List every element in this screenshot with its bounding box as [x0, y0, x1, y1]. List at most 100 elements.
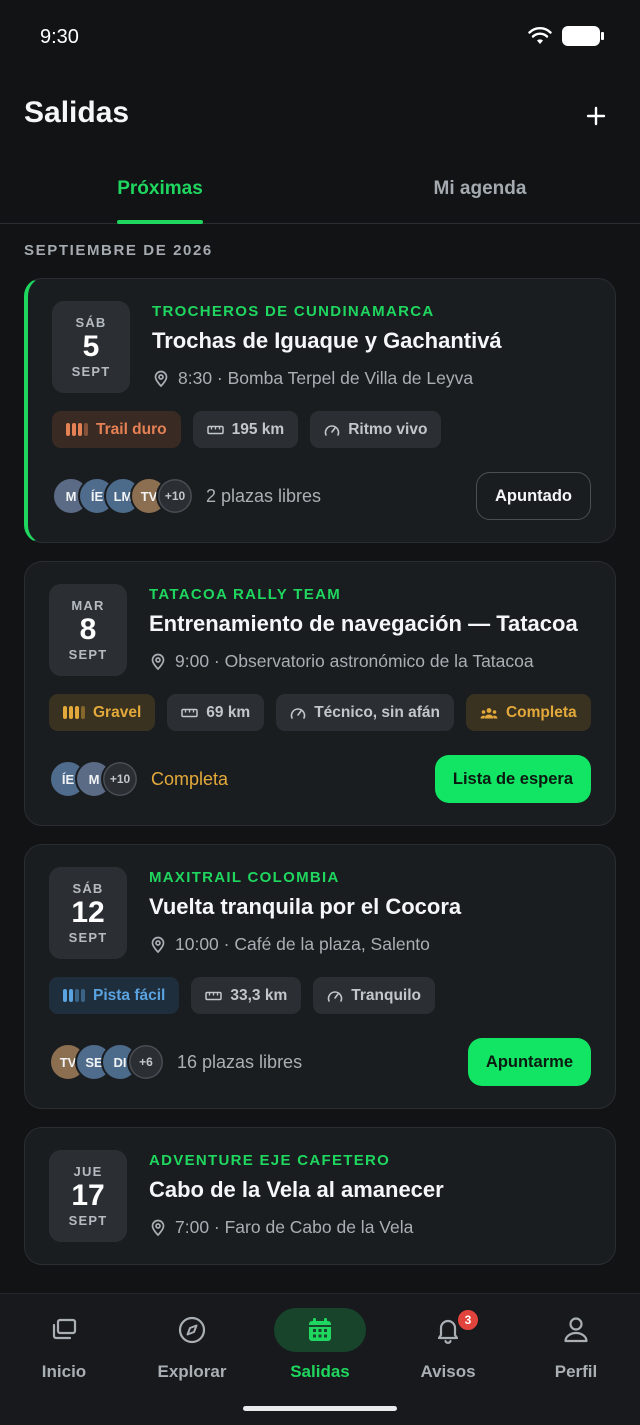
difficulty-bars-icon: [63, 989, 85, 1002]
group-icon: [480, 707, 498, 718]
date-month: SEPT: [71, 364, 111, 379]
battery-icon: [562, 26, 604, 46]
ride-time-place: 7:00 · Faro de Cabo de la Vela: [175, 1217, 414, 1237]
participants[interactable]: TV SE DI +6 16 plazas libres: [49, 1043, 302, 1081]
ride-title: Cabo de la Vela al amanecer: [149, 1177, 444, 1202]
difficulty-label: Gravel: [93, 703, 142, 721]
date-box: SÁB 12 SEPT: [49, 867, 127, 959]
tab-mi-agenda[interactable]: Mi agenda: [320, 160, 640, 223]
more-participants: +10: [156, 477, 194, 515]
date-month: SEPT: [68, 1213, 108, 1228]
date-weekday: SÁB: [72, 881, 104, 896]
nav-label: Avisos: [420, 1362, 476, 1381]
ruler-icon: [205, 991, 223, 1000]
pace-label: Tranquilo: [351, 986, 422, 1004]
section-month-label: SEPTIEMBRE DE 2026: [24, 242, 213, 259]
difficulty-chip: Gravel: [49, 694, 156, 731]
gauge-icon: [324, 424, 340, 436]
compass-icon: [178, 1316, 206, 1344]
nav-label: Perfil: [554, 1362, 598, 1381]
gauge-icon: [290, 707, 306, 719]
status-bar: 9:30: [0, 0, 640, 76]
difficulty-bars-icon: [66, 423, 88, 436]
ride-meta: 9:00 · Observatorio astronómico de la Ta…: [149, 651, 591, 672]
spots-left: Completa: [151, 768, 229, 789]
page-title: Salidas: [24, 96, 130, 129]
date-box: JUE 17 SEPT: [49, 1150, 127, 1242]
date-weekday: SÁB: [75, 315, 107, 330]
ride-meta: 8:30 · Bomba Terpel de Villa de Leyva: [152, 368, 591, 389]
organizer-name[interactable]: ADVENTURE EJE CAFETERO: [149, 1152, 591, 1169]
ride-card[interactable]: SÁB 12 SEPT MAXITRAIL COLOMBIA Vuelta tr…: [24, 844, 616, 1109]
distance-chip: 195 km: [192, 411, 299, 448]
nav-inicio[interactable]: Inicio: [0, 1308, 128, 1382]
nav-label: Explorar: [157, 1362, 227, 1381]
calendar-icon: [309, 1318, 331, 1341]
ruler-icon: [181, 708, 199, 717]
plus-icon: [586, 106, 606, 126]
header: Salidas: [24, 96, 616, 140]
add-button[interactable]: [576, 96, 616, 136]
tab-bar: Próximas Mi agenda: [0, 160, 640, 224]
stack-icon: [52, 1318, 77, 1340]
more-participants: +6: [127, 1043, 165, 1081]
difficulty-label: Trail duro: [96, 420, 167, 438]
date-box: MAR 8 SEPT: [49, 584, 127, 676]
ride-feed: SÁB 5 SEPT TROCHEROS DE CUNDINAMARCA Tro…: [24, 278, 616, 1283]
difficulty-label: Pista fácil: [93, 986, 166, 1004]
pace-label: Técnico, sin afán: [314, 703, 440, 721]
full-status-label: Completa: [505, 703, 577, 721]
joined-button[interactable]: Apuntado: [476, 472, 591, 520]
date-weekday: JUE: [73, 1164, 103, 1179]
ride-time-place: 10:00 · Café de la plaza, Salento: [175, 934, 430, 954]
bottom-nav: Inicio Explorar Salidas 3 Avisos Perfil: [0, 1293, 640, 1425]
ride-card[interactable]: SÁB 5 SEPT TROCHEROS DE CUNDINAMARCA Tro…: [24, 278, 616, 543]
participants[interactable]: M ÍE LM TV +10 2 plazas libres: [52, 477, 321, 515]
organizer-name[interactable]: TATACOA RALLY TEAM: [149, 586, 591, 603]
organizer-name[interactable]: MAXITRAIL COLOMBIA: [149, 869, 591, 886]
difficulty-chip: Trail duro: [52, 411, 181, 448]
participants[interactable]: ÍE M +10 Completa: [49, 760, 228, 798]
spots-left: 2 plazas libres: [206, 485, 322, 506]
pace-chip: Ritmo vivo: [310, 411, 442, 448]
more-participants: +10: [101, 760, 139, 798]
tab-proximas[interactable]: Próximas: [0, 160, 320, 223]
date-day: 17: [71, 1179, 105, 1212]
nav-salidas[interactable]: Salidas: [256, 1308, 384, 1382]
distance-chip: 33,3 km: [191, 977, 302, 1014]
full-status-chip: Completa: [465, 694, 591, 731]
status-time: 9:30: [40, 26, 79, 48]
ride-card[interactable]: MAR 8 SEPT TATACOA RALLY TEAM Entrenamie…: [24, 561, 616, 826]
ride-time-place: 9:00 · Observatorio astronómico de la Ta…: [175, 651, 534, 671]
status-icons: [528, 26, 604, 46]
waitlist-button[interactable]: Lista de espera: [434, 755, 591, 803]
ruler-icon: [206, 425, 224, 434]
organizer-name[interactable]: TROCHEROS DE CUNDINAMARCA: [152, 303, 591, 320]
pace-chip: Tranquilo: [313, 977, 436, 1014]
date-month: SEPT: [68, 930, 108, 945]
difficulty-chip: Pista fácil: [49, 977, 180, 1014]
ride-time-place: 8:30 · Bomba Terpel de Villa de Leyva: [178, 368, 474, 388]
nav-explorar[interactable]: Explorar: [128, 1308, 256, 1382]
date-day: 12: [71, 896, 105, 929]
date-weekday: MAR: [71, 598, 105, 613]
distance-label: 69 km: [206, 703, 251, 721]
date-day: 5: [82, 330, 100, 363]
distance-label: 195 km: [231, 420, 285, 438]
ride-title: Trochas de Iguaque y Gachantivá: [152, 328, 502, 353]
date-box: SÁB 5 SEPT: [52, 301, 130, 393]
location-pin-icon: [151, 1219, 165, 1236]
location-pin-icon: [151, 653, 165, 670]
join-button[interactable]: Apuntarme: [467, 1038, 591, 1086]
location-pin-icon: [154, 370, 168, 387]
nav-perfil[interactable]: Perfil: [512, 1308, 640, 1382]
nav-avisos[interactable]: 3 Avisos: [384, 1308, 512, 1382]
ride-meta: 7:00 · Faro de Cabo de la Vela: [149, 1217, 591, 1238]
pace-chip: Técnico, sin afán: [276, 694, 454, 731]
nav-label: Salidas: [290, 1362, 350, 1381]
notification-badge: 3: [456, 1308, 480, 1332]
ride-meta: 10:00 · Café de la plaza, Salento: [149, 934, 591, 955]
ride-card[interactable]: JUE 17 SEPT ADVENTURE EJE CAFETERO Cabo …: [24, 1127, 616, 1265]
date-month: SEPT: [68, 647, 108, 662]
ride-title: Vuelta tranquila por el Cocora: [149, 894, 462, 919]
